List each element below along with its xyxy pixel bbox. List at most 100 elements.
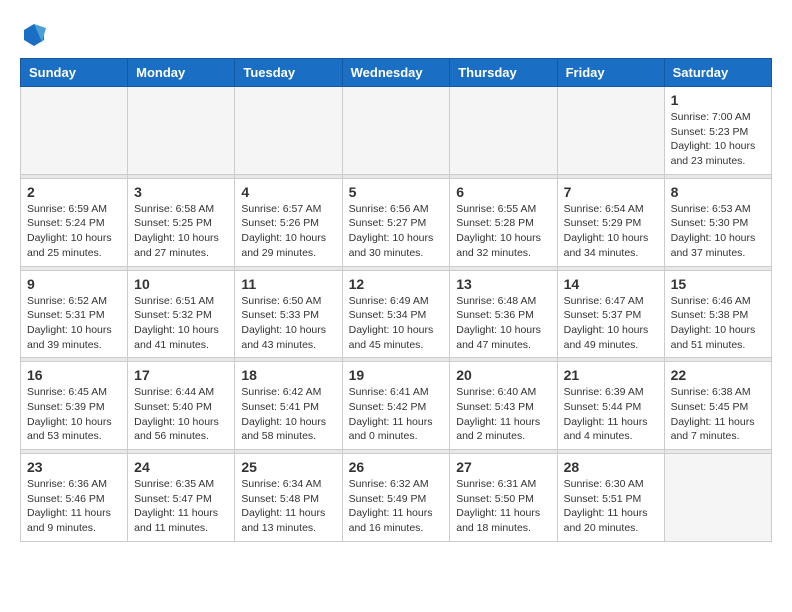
logo (20, 20, 52, 48)
calendar-day-cell: 9 Sunrise: 6:52 AM Sunset: 5:31 PM Daylig… (21, 270, 128, 358)
calendar-day-cell: 19 Sunrise: 6:41 AM Sunset: 5:42 PM Dayli… (342, 362, 450, 450)
day-info: Sunrise: 6:56 AM Sunset: 5:27 PM Dayligh… (349, 202, 444, 261)
calendar-day-cell: 22 Sunrise: 6:38 AM Sunset: 5:45 PM Dayli… (664, 362, 771, 450)
day-info: Sunrise: 6:31 AM Sunset: 5:50 PM Dayligh… (456, 477, 550, 536)
calendar-day-cell (450, 87, 557, 175)
day-number: 18 (241, 367, 335, 383)
day-number: 4 (241, 184, 335, 200)
day-number: 23 (27, 459, 121, 475)
calendar-day-cell: 16 Sunrise: 6:45 AM Sunset: 5:39 PM Dayli… (21, 362, 128, 450)
calendar-day-cell: 18 Sunrise: 6:42 AM Sunset: 5:41 PM Dayli… (235, 362, 342, 450)
weekday-header-thursday: Thursday (450, 59, 557, 87)
day-info: Sunrise: 6:36 AM Sunset: 5:46 PM Dayligh… (27, 477, 121, 536)
day-number: 1 (671, 92, 765, 108)
day-info: Sunrise: 6:58 AM Sunset: 5:25 PM Dayligh… (134, 202, 228, 261)
weekday-header-wednesday: Wednesday (342, 59, 450, 87)
day-info: Sunrise: 6:42 AM Sunset: 5:41 PM Dayligh… (241, 385, 335, 444)
calendar-day-cell: 8 Sunrise: 6:53 AM Sunset: 5:30 PM Daylig… (664, 178, 771, 266)
day-number: 9 (27, 276, 121, 292)
calendar-week-row: 2 Sunrise: 6:59 AM Sunset: 5:24 PM Daylig… (21, 178, 772, 266)
day-info: Sunrise: 7:00 AM Sunset: 5:23 PM Dayligh… (671, 110, 765, 169)
day-info: Sunrise: 6:45 AM Sunset: 5:39 PM Dayligh… (27, 385, 121, 444)
weekday-header-monday: Monday (128, 59, 235, 87)
day-info: Sunrise: 6:38 AM Sunset: 5:45 PM Dayligh… (671, 385, 765, 444)
day-number: 27 (456, 459, 550, 475)
calendar-day-cell: 24 Sunrise: 6:35 AM Sunset: 5:47 PM Dayli… (128, 454, 235, 542)
calendar-day-cell: 7 Sunrise: 6:54 AM Sunset: 5:29 PM Daylig… (557, 178, 664, 266)
day-number: 22 (671, 367, 765, 383)
day-info: Sunrise: 6:49 AM Sunset: 5:34 PM Dayligh… (349, 294, 444, 353)
day-number: 8 (671, 184, 765, 200)
calendar-day-cell: 14 Sunrise: 6:47 AM Sunset: 5:37 PM Dayli… (557, 270, 664, 358)
calendar-day-cell (128, 87, 235, 175)
calendar-day-cell: 28Sunrise: 6:30 AM Sunset: 5:51 PM Dayli… (557, 454, 664, 542)
weekday-header-saturday: Saturday (664, 59, 771, 87)
calendar-day-cell: 13Sunrise: 6:48 AM Sunset: 5:36 PM Dayli… (450, 270, 557, 358)
day-number: 7 (564, 184, 658, 200)
calendar-day-cell: 10 Sunrise: 6:51 AM Sunset: 5:32 PM Dayli… (128, 270, 235, 358)
day-info: Sunrise: 6:44 AM Sunset: 5:40 PM Dayligh… (134, 385, 228, 444)
calendar-week-row: 23 Sunrise: 6:36 AM Sunset: 5:46 PM Dayli… (21, 454, 772, 542)
calendar-week-row: 9 Sunrise: 6:52 AM Sunset: 5:31 PM Daylig… (21, 270, 772, 358)
calendar-day-cell: 20Sunrise: 6:40 AM Sunset: 5:43 PM Dayli… (450, 362, 557, 450)
day-number: 16 (27, 367, 121, 383)
day-number: 15 (671, 276, 765, 292)
weekday-header-tuesday: Tuesday (235, 59, 342, 87)
weekday-header-sunday: Sunday (21, 59, 128, 87)
day-info: Sunrise: 6:47 AM Sunset: 5:37 PM Dayligh… (564, 294, 658, 353)
day-info: Sunrise: 6:30 AM Sunset: 5:51 PM Dayligh… (564, 477, 658, 536)
calendar-day-cell: 1 Sunrise: 7:00 AM Sunset: 5:23 PM Daylig… (664, 87, 771, 175)
calendar-day-cell (342, 87, 450, 175)
day-info: Sunrise: 6:50 AM Sunset: 5:33 PM Dayligh… (241, 294, 335, 353)
day-number: 21 (564, 367, 658, 383)
day-number: 20 (456, 367, 550, 383)
calendar-day-cell: 21 Sunrise: 6:39 AM Sunset: 5:44 PM Dayli… (557, 362, 664, 450)
day-number: 25 (241, 459, 335, 475)
day-number: 2 (27, 184, 121, 200)
day-number: 3 (134, 184, 228, 200)
day-number: 14 (564, 276, 658, 292)
day-number: 24 (134, 459, 228, 475)
day-info: Sunrise: 6:52 AM Sunset: 5:31 PM Dayligh… (27, 294, 121, 353)
calendar-table: SundayMondayTuesdayWednesdayThursdayFrid… (20, 58, 772, 542)
calendar-day-cell: 3 Sunrise: 6:58 AM Sunset: 5:25 PM Daylig… (128, 178, 235, 266)
calendar-day-cell: 12Sunrise: 6:49 AM Sunset: 5:34 PM Dayli… (342, 270, 450, 358)
day-number: 19 (349, 367, 444, 383)
day-info: Sunrise: 6:53 AM Sunset: 5:30 PM Dayligh… (671, 202, 765, 261)
calendar-day-cell (664, 454, 771, 542)
day-info: Sunrise: 6:35 AM Sunset: 5:47 PM Dayligh… (134, 477, 228, 536)
calendar-day-cell (21, 87, 128, 175)
calendar-day-cell: 25 Sunrise: 6:34 AM Sunset: 5:48 PM Dayli… (235, 454, 342, 542)
day-info: Sunrise: 6:39 AM Sunset: 5:44 PM Dayligh… (564, 385, 658, 444)
page-header (20, 20, 772, 48)
calendar-day-cell: 2 Sunrise: 6:59 AM Sunset: 5:24 PM Daylig… (21, 178, 128, 266)
calendar-week-row: 1 Sunrise: 7:00 AM Sunset: 5:23 PM Daylig… (21, 87, 772, 175)
day-info: Sunrise: 6:34 AM Sunset: 5:48 PM Dayligh… (241, 477, 335, 536)
calendar-week-row: 16 Sunrise: 6:45 AM Sunset: 5:39 PM Dayli… (21, 362, 772, 450)
day-info: Sunrise: 6:32 AM Sunset: 5:49 PM Dayligh… (349, 477, 444, 536)
day-info: Sunrise: 6:54 AM Sunset: 5:29 PM Dayligh… (564, 202, 658, 261)
day-number: 5 (349, 184, 444, 200)
calendar-day-cell: 17 Sunrise: 6:44 AM Sunset: 5:40 PM Dayli… (128, 362, 235, 450)
day-info: Sunrise: 6:48 AM Sunset: 5:36 PM Dayligh… (456, 294, 550, 353)
weekday-header-friday: Friday (557, 59, 664, 87)
calendar-header-row: SundayMondayTuesdayWednesdayThursdayFrid… (21, 59, 772, 87)
calendar-day-cell (557, 87, 664, 175)
logo-icon (20, 20, 48, 48)
calendar-day-cell: 23 Sunrise: 6:36 AM Sunset: 5:46 PM Dayli… (21, 454, 128, 542)
calendar-day-cell (235, 87, 342, 175)
day-number: 26 (349, 459, 444, 475)
day-number: 17 (134, 367, 228, 383)
day-info: Sunrise: 6:41 AM Sunset: 5:42 PM Dayligh… (349, 385, 444, 444)
day-info: Sunrise: 6:46 AM Sunset: 5:38 PM Dayligh… (671, 294, 765, 353)
day-info: Sunrise: 6:57 AM Sunset: 5:26 PM Dayligh… (241, 202, 335, 261)
day-number: 10 (134, 276, 228, 292)
calendar-day-cell: 11 Sunrise: 6:50 AM Sunset: 5:33 PM Dayli… (235, 270, 342, 358)
day-number: 6 (456, 184, 550, 200)
calendar-day-cell: 4 Sunrise: 6:57 AM Sunset: 5:26 PM Daylig… (235, 178, 342, 266)
calendar-day-cell: 6Sunrise: 6:55 AM Sunset: 5:28 PM Daylig… (450, 178, 557, 266)
day-info: Sunrise: 6:51 AM Sunset: 5:32 PM Dayligh… (134, 294, 228, 353)
calendar-day-cell: 26 Sunrise: 6:32 AM Sunset: 5:49 PM Dayli… (342, 454, 450, 542)
day-number: 11 (241, 276, 335, 292)
day-info: Sunrise: 6:59 AM Sunset: 5:24 PM Dayligh… (27, 202, 121, 261)
